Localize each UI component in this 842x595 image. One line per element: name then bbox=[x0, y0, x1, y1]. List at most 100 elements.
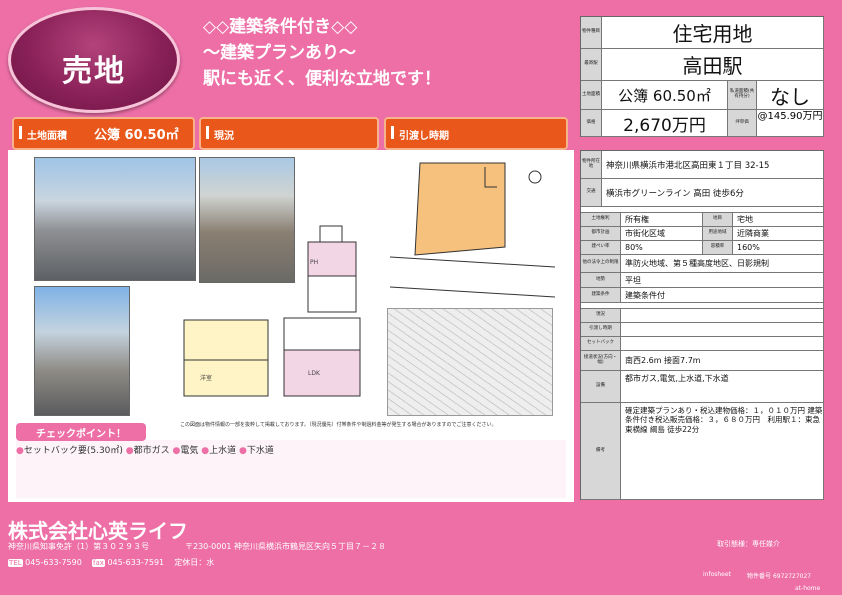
facilities-label: 設備 bbox=[581, 371, 621, 403]
company-address: 〒230-0001 神奈川県横浜市鶴見区矢向５丁目７－２８ bbox=[185, 542, 387, 551]
bullet-icon: ● bbox=[125, 446, 134, 456]
type-label: 物件種目 bbox=[581, 17, 602, 49]
zoning: 近隣商業 bbox=[733, 227, 824, 241]
nearest-station: 高田駅 bbox=[602, 49, 824, 81]
rights-label: 土地権利 bbox=[581, 213, 621, 227]
address-label: 物件所在地 bbox=[581, 151, 602, 179]
private-road-label: 私道面積(共有持分) bbox=[728, 81, 757, 110]
price: 2,670万円 bbox=[602, 110, 728, 137]
condition-label: 建築条件 bbox=[581, 288, 621, 303]
bar-marker bbox=[206, 126, 209, 139]
fax-number: 045-633-7591 bbox=[107, 558, 165, 567]
street-photo-3 bbox=[34, 286, 130, 416]
checkpoint-title: チェックポイント！ bbox=[16, 423, 146, 441]
check-item: 下水道 bbox=[246, 446, 274, 456]
unit-price: @145.90万円 bbox=[757, 110, 824, 137]
rights: 所有権 bbox=[621, 213, 703, 227]
property-number-value: 6972727027 bbox=[772, 573, 812, 580]
check-item: 電気 bbox=[180, 446, 199, 456]
bullet-icon: ● bbox=[16, 446, 24, 456]
svg-text:洋室: 洋室 bbox=[200, 374, 212, 382]
area-label: 土地面積 bbox=[581, 81, 602, 110]
handover-bar: 引渡し時期 bbox=[384, 117, 568, 150]
details-table: 物件所在地 神奈川県横浜市港北区高田東１丁目 32-15 交通 横浜市グリーンラ… bbox=[580, 150, 824, 500]
lot-diagram bbox=[389, 162, 556, 298]
traffic-label: 交通 bbox=[581, 179, 602, 207]
remarks-label: 備考 bbox=[581, 403, 621, 500]
unit-price-label: 坪単価 bbox=[728, 110, 757, 137]
footer: 株式会社心英ライフ 神奈川県知事免許（1）第３０２９３号 〒230-0001 神… bbox=[0, 511, 842, 595]
current-label: 現況 bbox=[581, 309, 621, 323]
check-item: 上水道 bbox=[209, 446, 237, 456]
land-area-label: 土地面積 bbox=[27, 131, 67, 142]
phone-icon: TEL bbox=[8, 559, 23, 567]
land-area-value: 公簿 60.50㎡ bbox=[94, 128, 179, 143]
handover bbox=[621, 323, 824, 337]
road-access: 南西2.6m 接面7.7m bbox=[621, 351, 824, 371]
company-name: 株式会社心英ライフ bbox=[8, 519, 188, 543]
property-number: 物件番号 6972727027 bbox=[747, 571, 811, 580]
bcr: 80% bbox=[621, 241, 703, 255]
bar-marker bbox=[391, 126, 394, 139]
city-plan-label: 都市計画 bbox=[581, 227, 621, 241]
deal-value: 専任媒介 bbox=[752, 540, 780, 548]
setback-label: セットバック bbox=[581, 337, 621, 351]
svg-text:PH: PH bbox=[310, 259, 318, 266]
far: 160% bbox=[733, 241, 824, 255]
license-number: 神奈川県知事免許（1）第３０２９３号 bbox=[8, 542, 150, 551]
street-photo-1 bbox=[34, 157, 196, 281]
checkpoint-list: ●セットバック要(5.30㎡) ●都市ガス ●電気 ●上水道 ●下水道 bbox=[16, 443, 274, 456]
floor-plan-drawing: PH 洋室 LDK bbox=[183, 225, 361, 397]
status-label: 現況 bbox=[214, 131, 234, 142]
terrain-label: 地勢 bbox=[581, 273, 621, 288]
status-bar: 現況 bbox=[199, 117, 379, 150]
city-plan: 市街化区域 bbox=[621, 227, 703, 241]
check-item: 都市ガス bbox=[133, 446, 170, 456]
road-label: 接道状況(方向・幅) bbox=[581, 351, 621, 371]
handover-label: 引渡し時期 bbox=[399, 131, 449, 142]
contact-line: TEL 045-633-7590 fax 045-633-7591 定休日：水 bbox=[8, 557, 214, 568]
terrain: 平坦 bbox=[621, 273, 824, 288]
headline-1: ◇◇建築条件付き◇◇ bbox=[203, 17, 358, 37]
for-sale-badge: 売地 bbox=[8, 7, 180, 113]
private-road: なし bbox=[757, 81, 824, 110]
svg-text:LDK: LDK bbox=[308, 370, 321, 377]
land-area: 公簿 60.50㎡ bbox=[602, 81, 728, 110]
legal-label: 他の法令上の制限 bbox=[581, 255, 621, 273]
remarks: 確定建築プランあり・税込建物価格：１，０１０万円 建築条件付き税込販売価格：３，… bbox=[621, 403, 824, 500]
land-area-bar: 土地面積 公簿 60.50㎡ bbox=[12, 117, 195, 150]
station-label: 最寄駅 bbox=[581, 49, 602, 81]
headline-2: 〜建築プランあり〜 bbox=[203, 43, 356, 63]
traffic: 横浜市グリーンライン 高田 徒歩6分 bbox=[602, 179, 824, 207]
brand-logo: at-home bbox=[795, 585, 821, 592]
fax-icon: fax bbox=[92, 559, 105, 567]
deal-type: 取引態様：専任媒介 bbox=[717, 539, 780, 549]
bcr-label: 建ぺい率 bbox=[581, 241, 621, 255]
tel-number: 045-633-7590 bbox=[25, 558, 82, 567]
check-item: セットバック要(5.30㎡) bbox=[23, 446, 123, 456]
bar-marker bbox=[19, 126, 22, 139]
facilities: 都市ガス,電気,上水道,下水道 bbox=[621, 371, 824, 403]
headline-3: 駅にも近く、便利な立地です！ bbox=[203, 69, 441, 89]
land-category-label: 地目 bbox=[703, 213, 733, 227]
setback bbox=[621, 337, 824, 351]
handover-label-cell: 引渡し時期 bbox=[581, 323, 621, 337]
holiday: 定休日：水 bbox=[174, 558, 215, 567]
property-type: 住宅用地 bbox=[602, 17, 824, 49]
zoning-label: 用途地域 bbox=[703, 227, 733, 241]
current-status bbox=[621, 309, 824, 323]
deal-label: 取引態様： bbox=[717, 540, 752, 548]
build-condition: 建築条件付 bbox=[621, 288, 824, 303]
address: 神奈川県横浜市港北区高田東１丁目 32-15 bbox=[602, 151, 824, 179]
summary-table: 物件種目 住宅用地 最寄駅 高田駅 土地面積 公簿 60.50㎡ 私道面積(共有… bbox=[580, 16, 824, 137]
bullet-icon: ● bbox=[201, 446, 210, 456]
bullet-icon: ● bbox=[239, 446, 247, 456]
property-number-label: 物件番号 bbox=[747, 573, 772, 580]
area-map bbox=[387, 308, 553, 416]
land-category: 宅地 bbox=[733, 213, 824, 227]
badge-text: 売地 bbox=[62, 54, 126, 89]
disclaimer-note: この図面は物件情報の一部を抜粋して掲載しております。（現況優先）付帯条件や制過料… bbox=[180, 422, 497, 428]
legal-restrictions: 準防火地域、第５種高度地区、日影規制 bbox=[621, 255, 824, 273]
infosheet-label: infosheet bbox=[703, 571, 731, 578]
far-label: 容積率 bbox=[703, 241, 733, 255]
